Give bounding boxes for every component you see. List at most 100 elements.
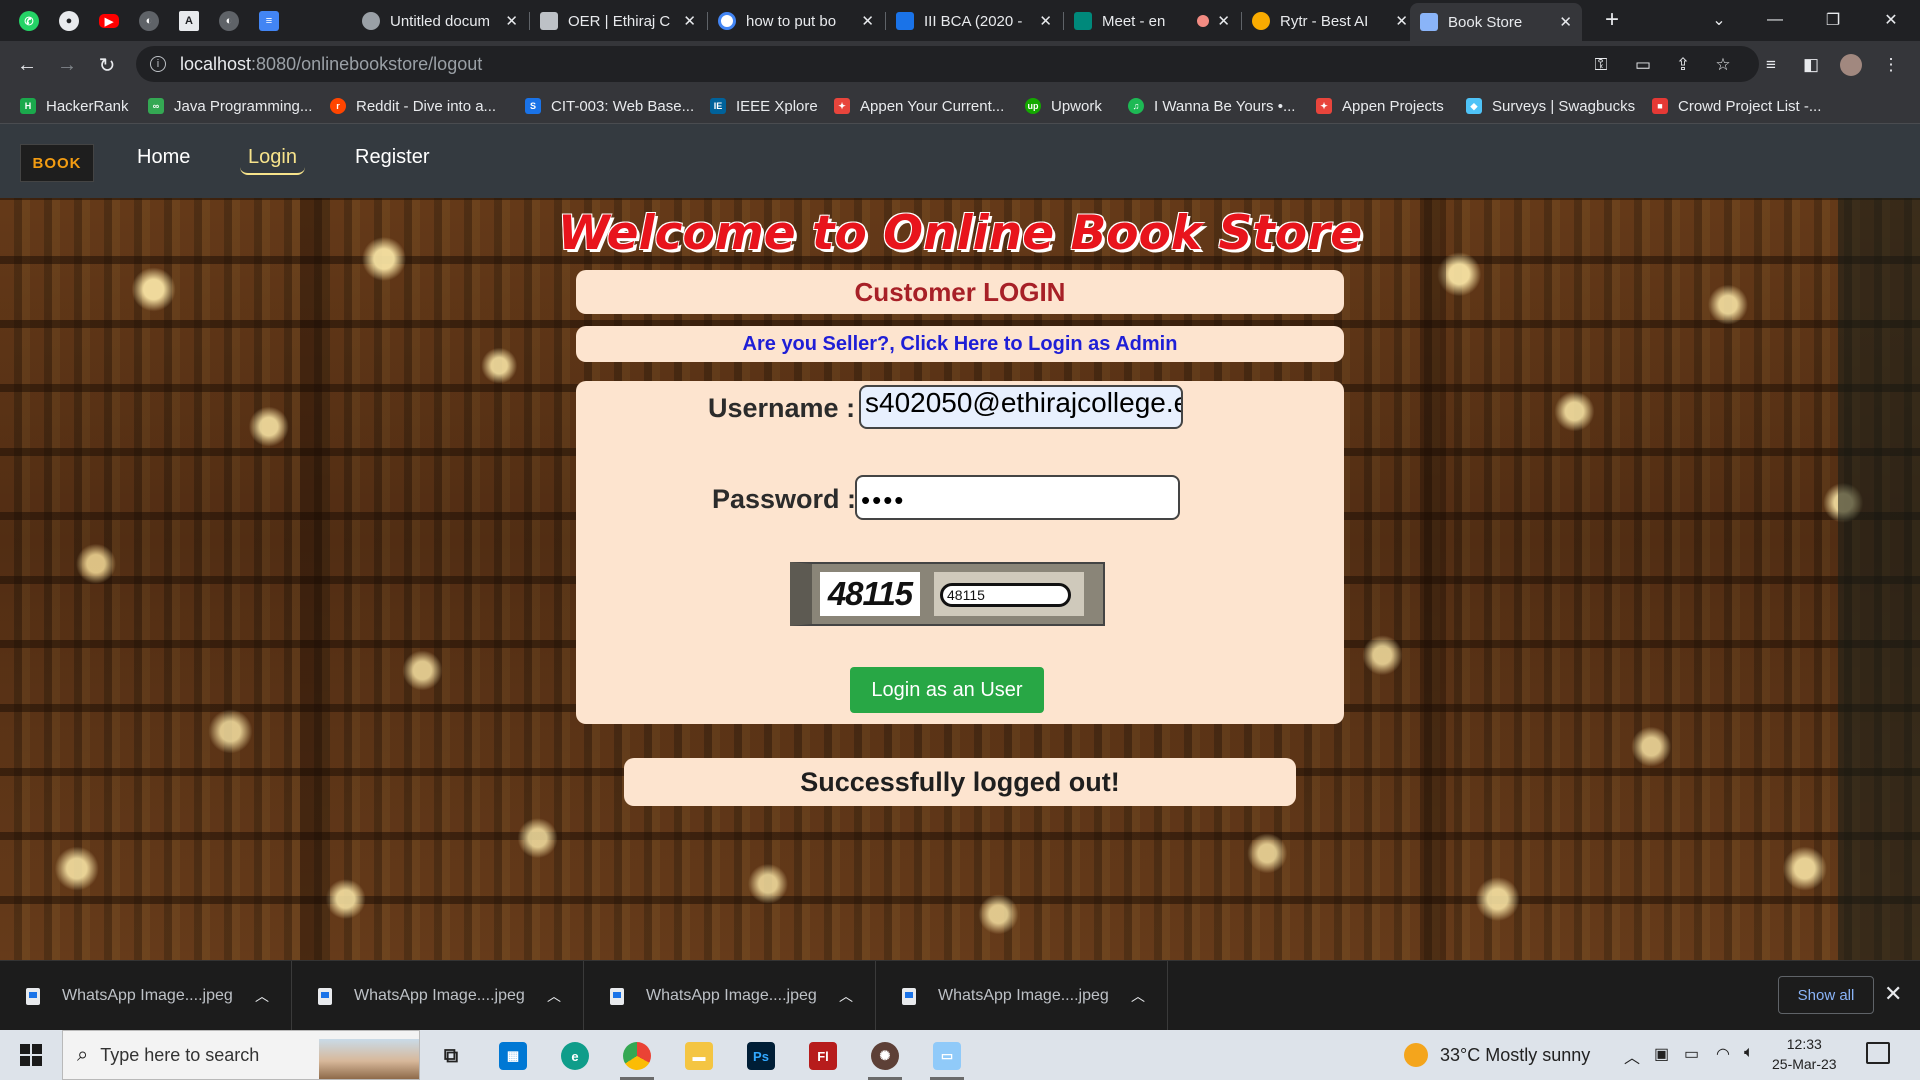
address-bar[interactable]: i localhost:8080/onlinebookstore/logout xyxy=(136,46,1759,82)
tab-book-store[interactable]: Book Store ✕ xyxy=(1410,3,1582,41)
shelf-shadow xyxy=(1420,198,1446,960)
bookmark-swagbucks[interactable]: ◆ Surveys | Swagbucks xyxy=(1466,94,1635,118)
profile-avatar[interactable] xyxy=(1840,54,1862,76)
pinned-tab-font[interactable]: A xyxy=(168,5,210,37)
download-item[interactable]: WhatsApp Image....jpeg ︿ xyxy=(292,961,584,1031)
chrome-menu-icon[interactable]: ⋮ xyxy=(1880,54,1902,76)
close-tab-icon[interactable]: ✕ xyxy=(861,12,874,30)
microsoft-store-icon[interactable]: ▦ xyxy=(486,1036,540,1076)
bookmark-cit-003[interactable]: S CIT-003: Web Base... xyxy=(525,94,694,118)
bookmark-reddit[interactable]: r Reddit - Dive into a... xyxy=(330,94,496,118)
tab-google-meet[interactable]: Meet - en ✕ xyxy=(1064,5,1240,37)
chrome-icon[interactable] xyxy=(610,1036,664,1080)
close-tab-icon[interactable]: ✕ xyxy=(1395,12,1408,30)
share-icon[interactable]: ⇪ xyxy=(1672,54,1694,76)
weather-widget[interactable]: 33°C Mostly sunny xyxy=(1404,1040,1590,1070)
back-arrow-icon[interactable]: ← xyxy=(12,50,42,80)
forward-arrow-icon[interactable]: → xyxy=(52,50,82,80)
crowd-project-icon: ■ xyxy=(1652,98,1668,114)
close-tab-icon[interactable]: ✕ xyxy=(683,12,696,30)
login-as-user-button[interactable]: Login as an User xyxy=(850,667,1044,713)
card-icon[interactable]: ▭ xyxy=(1632,54,1654,76)
app-icon[interactable]: ✺ xyxy=(858,1036,912,1080)
close-tab-icon[interactable]: ✕ xyxy=(1559,13,1572,31)
pinned-tab-whatsapp[interactable]: ✆ xyxy=(8,5,50,37)
url-host: localhost xyxy=(180,53,252,74)
show-all-downloads-button[interactable]: Show all xyxy=(1778,976,1874,1014)
tab-untitled-document[interactable]: Untitled docum ✕ xyxy=(352,5,528,37)
bookmark-ieee-xplore[interactable]: IE IEEE Xplore xyxy=(710,94,818,118)
image-file-icon xyxy=(318,987,332,1005)
taskbar-clock[interactable]: 12:33 25-Mar-23 xyxy=(1772,1034,1837,1074)
task-view-icon[interactable]: ⧉ xyxy=(424,1036,478,1076)
edge-icon[interactable]: e xyxy=(548,1036,602,1076)
image-file-icon xyxy=(610,987,624,1005)
tab-search-chevron-icon[interactable]: ⌄ xyxy=(1690,0,1748,40)
tab-iii-bca[interactable]: III BCA (2020 - ✕ xyxy=(886,5,1062,37)
browser-toolbar: ← → ↻ i localhost:8080/onlinebookstore/l… xyxy=(0,41,1920,88)
battery-icon[interactable]: ▭ xyxy=(1684,1044,1699,1064)
nav-register-link[interactable]: Register xyxy=(355,146,429,169)
start-button[interactable] xyxy=(8,1037,54,1073)
bookmark-upwork[interactable]: up Upwork xyxy=(1025,94,1102,118)
download-item[interactable]: WhatsApp Image....jpeg ︿ xyxy=(876,961,1168,1031)
taskbar-search[interactable]: ⌕ Type here to search xyxy=(62,1030,420,1080)
key-icon[interactable]: ⚿ xyxy=(1590,54,1612,76)
close-tab-icon[interactable]: ✕ xyxy=(505,12,518,30)
side-panel-icon[interactable]: ◧ xyxy=(1800,54,1822,76)
reload-icon[interactable]: ↻ xyxy=(92,50,122,80)
chevron-up-icon[interactable]: ︿ xyxy=(1131,986,1145,1006)
pinned-tab-youtube[interactable]: ▶ xyxy=(88,5,130,37)
photoshop-icon[interactable]: Ps xyxy=(734,1036,788,1076)
new-tab-plus-icon[interactable]: + xyxy=(1598,6,1626,34)
bookmark-appen-current[interactable]: ✦ Appen Your Current... xyxy=(834,94,1004,118)
meet-now-icon[interactable]: ▣ xyxy=(1654,1044,1669,1064)
bookmark-star-icon[interactable]: ☆ xyxy=(1712,54,1734,76)
close-tab-icon[interactable]: ✕ xyxy=(1039,12,1052,30)
bookmark-appen-projects[interactable]: ✦ Appen Projects xyxy=(1316,94,1444,118)
chevron-up-icon[interactable]: ︿ xyxy=(255,986,269,1006)
image-file-icon xyxy=(26,987,40,1005)
site-logo[interactable]: BOOK xyxy=(20,144,94,182)
site-info-icon[interactable]: i xyxy=(150,56,166,72)
chevron-up-icon[interactable]: ︿ xyxy=(547,986,561,1006)
bookmark-spotify[interactable]: ♫ I Wanna Be Yours •... xyxy=(1128,94,1295,118)
tab-oer-ethiraj[interactable]: OER | Ethiraj C ✕ xyxy=(530,5,706,37)
pinned-tab-web[interactable]: ◐ xyxy=(128,5,170,37)
notification-icon[interactable] xyxy=(1866,1042,1890,1064)
password-input[interactable]: •••• xyxy=(855,475,1180,520)
image-viewer-icon[interactable]: ▭ xyxy=(920,1036,974,1080)
tab-rytr[interactable]: Rytr - Best AI ✕ xyxy=(1242,5,1418,37)
chevron-up-icon[interactable]: ︿ xyxy=(839,986,853,1006)
volume-icon[interactable]: 🔈︎ xyxy=(1744,1044,1754,1062)
flash-icon[interactable]: Fl xyxy=(796,1036,850,1076)
file-explorer-icon[interactable]: ▬ xyxy=(672,1036,726,1076)
page-background: Welcome to Online Book Store Customer LO… xyxy=(0,198,1920,960)
windows-taskbar: ⌕ Type here to search ⧉ ▦ e ▬ Ps Fl ✺ ▭ … xyxy=(0,1030,1920,1080)
restore-icon[interactable]: ❐ xyxy=(1804,0,1862,40)
close-tab-icon[interactable]: ✕ xyxy=(1217,12,1230,30)
close-window-icon[interactable]: ✕ xyxy=(1862,0,1920,40)
shelf-shadow xyxy=(300,198,330,960)
bookmark-hackerrank[interactable]: H HackerRank xyxy=(20,94,129,118)
captcha-input[interactable]: 48115 xyxy=(940,583,1071,607)
bookmark-java-programming[interactable]: ∞ Java Programming... xyxy=(148,94,312,118)
hackerrank-icon: H xyxy=(20,98,36,114)
chevron-up-icon[interactable]: ︿ xyxy=(1624,1044,1640,1068)
welcome-heading: Welcome to Online Book Store xyxy=(557,206,1363,261)
username-input[interactable]: s402050@ethirajcollege.ed xyxy=(859,385,1183,429)
download-item[interactable]: WhatsApp Image....jpeg ︿ xyxy=(0,961,292,1031)
minimize-icon[interactable]: — xyxy=(1746,0,1804,40)
reading-list-icon[interactable]: ≡ xyxy=(1760,54,1782,76)
bookmark-crowd-project-list[interactable]: ■ Crowd Project List -... xyxy=(1652,94,1821,118)
wifi-icon[interactable]: ◠ xyxy=(1716,1044,1730,1064)
download-item[interactable]: WhatsApp Image....jpeg ︿ xyxy=(584,961,876,1031)
nav-home-link[interactable]: Home xyxy=(137,146,190,169)
tab-google-search[interactable]: how to put bo ✕ xyxy=(708,5,884,37)
nav-login-link[interactable]: Login xyxy=(240,146,305,175)
pinned-tab-web-2[interactable]: ◐ xyxy=(208,5,250,37)
close-downloads-icon[interactable]: ✕ xyxy=(1884,981,1902,1007)
pinned-tab-github[interactable]: ● xyxy=(48,5,90,37)
admin-login-link[interactable]: Are you Seller?, Click Here to Login as … xyxy=(743,333,1178,356)
pinned-tab-docs[interactable]: ≡ xyxy=(248,5,290,37)
